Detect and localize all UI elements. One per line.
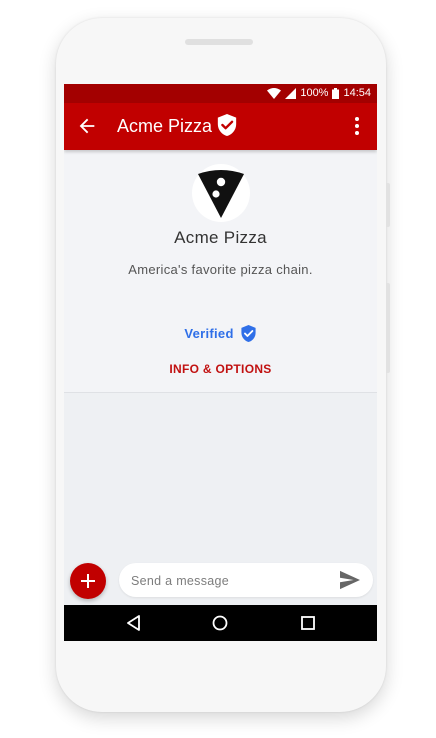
more-vert-icon[interactable] [347,115,367,137]
info-options-button[interactable]: INFO & OPTIONS [64,362,377,376]
plus-icon [81,574,95,588]
send-icon[interactable] [339,570,361,590]
app-bar-title: Acme Pizza [117,116,213,136]
phone-side-button-upper [386,183,390,227]
battery-icon [332,87,340,99]
arrow-back-icon[interactable] [76,115,98,137]
status-time: 14:54 [343,87,371,99]
phone-side-button-lower [386,283,390,373]
business-tagline: America's favorite pizza chain. [128,262,313,277]
business-profile: Acme Pizza America's favorite pizza chai… [64,150,377,392]
system-nav-bar [64,605,377,641]
message-field [119,563,373,597]
message-input[interactable] [129,570,333,592]
add-attachment-button[interactable] [70,563,106,599]
business-name: Acme Pizza [174,228,267,247]
signal-icon [285,87,297,99]
app-bar: Acme Pizza [64,103,377,150]
status-bar: 100% 14:54 [64,84,377,103]
business-logo [192,164,250,222]
verified-label: Verified [184,326,234,341]
compose-bar [64,561,377,605]
pizza-slice-logo [198,170,244,218]
nav-home-icon[interactable] [210,613,230,633]
nav-recents-icon[interactable] [298,613,318,633]
phone-screen: 100% 14:54 Acme Pizza Acme Pizza America… [64,84,377,641]
verified-badge: Verified [64,324,377,343]
verified-shield-icon [217,114,237,136]
phone-speaker [185,39,253,45]
nav-back-icon[interactable] [124,613,144,633]
chat-area [64,393,377,561]
battery-percent: 100% [300,87,329,99]
verified-shield-icon [241,325,256,342]
wifi-icon [267,87,282,99]
